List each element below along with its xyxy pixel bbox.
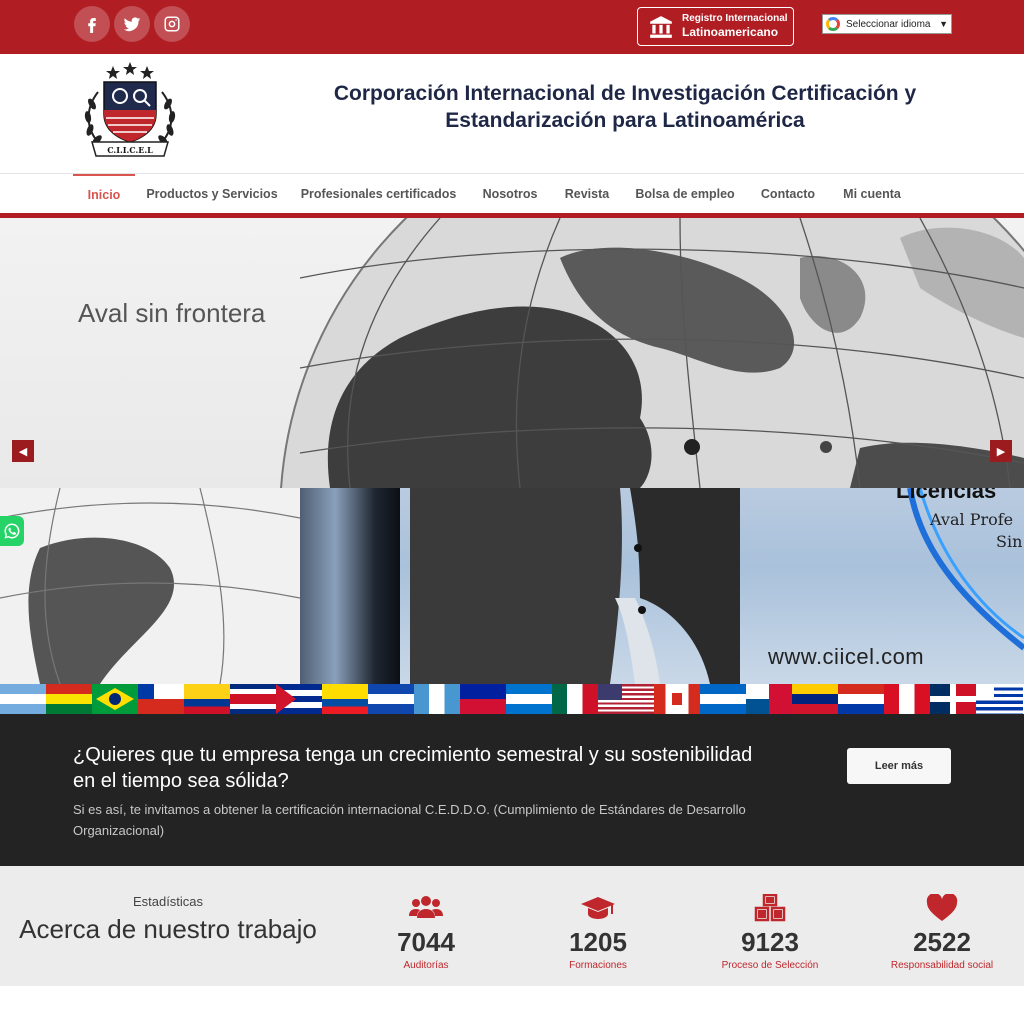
caret-left-icon: ◀ <box>18 444 28 458</box>
promo-title: ¿Quieres que tu empresa tenga un crecimi… <box>73 744 753 792</box>
promo-section: ¿Quieres que tu empresa tenga un crecimi… <box>0 714 1024 866</box>
nav-item-nosotros[interactable]: Nosotros <box>476 174 544 214</box>
flag-brasil <box>92 684 138 714</box>
twitter-icon <box>123 17 141 32</box>
google-icon <box>826 17 840 31</box>
stat-label: Proceso de Selección <box>721 960 819 971</box>
top-bar: Registro Internacional Latinoamericano S… <box>0 0 1024 54</box>
flag-haiti <box>460 684 506 714</box>
banner-heading-licencias: Licencias <box>896 488 997 503</box>
stat-value: 9123 <box>741 927 799 957</box>
globe-image <box>280 218 1024 488</box>
logo-text: C.I.I.C.E.L <box>107 145 153 155</box>
stat-label: Responsabilidad social <box>890 960 994 971</box>
slider-prev-button[interactable]: ◀ <box>12 440 34 462</box>
banner-heading-sin: Sin <box>996 532 1023 551</box>
stat-value: 2522 <box>913 927 971 957</box>
flag-chile <box>138 684 184 714</box>
stat-label: Formaciones <box>569 960 627 971</box>
flag-ecuador <box>322 684 368 714</box>
nav-item-revista[interactable]: Revista <box>557 174 617 214</box>
flag-cuba <box>276 684 322 714</box>
flag-peru <box>884 684 930 714</box>
stat-value: 7044 <box>397 927 455 957</box>
flag-venezuela <box>792 684 838 714</box>
stat-proceso-seleccion: 9123 Proceso de Selección <box>685 893 855 971</box>
registro-line2: Latinoamericano <box>682 25 779 40</box>
slider-next-button[interactable]: ▶ <box>990 440 1012 462</box>
stat-formaciones: 1205 Formaciones <box>513 894 683 971</box>
main-nav: Inicio Productos y Servicios Profesional… <box>0 174 1024 214</box>
stats-heading: Acerca de nuestro trabajo <box>19 914 317 944</box>
graduation-cap-icon <box>581 897 615 919</box>
promo-text: Si es así, te invitamos a obtener la cer… <box>73 802 746 838</box>
heart-icon <box>926 893 958 921</box>
stat-auditorias: 7044 Auditorías <box>341 894 511 971</box>
twitter-link[interactable] <box>114 6 150 42</box>
flag-usa <box>598 684 654 714</box>
flag-paraguay <box>838 684 884 714</box>
flag-el-salvador <box>368 684 414 714</box>
promo-banner-image: Licencias Aval Profe Sin www.ciicel.com <box>0 488 1024 684</box>
nav-item-inicio[interactable]: Inicio <box>73 174 135 214</box>
caret-right-icon: ▶ <box>996 444 1006 458</box>
stats-section: Estadísticas Acerca de nuestro trabajo 7… <box>0 866 1024 986</box>
page-title: Corporación Internacional de Investigaci… <box>300 80 950 134</box>
language-select-label: Seleccionar idioma <box>846 18 931 30</box>
chevron-down-icon: ▼ <box>939 19 948 29</box>
flag-panama <box>746 684 792 714</box>
cubes-icon <box>754 893 786 922</box>
slider-caption: Aval sin frontera <box>78 298 266 328</box>
instagram-icon <box>164 16 180 32</box>
stats-kicker: Estadísticas <box>132 894 204 909</box>
flag-nicaragua <box>700 684 746 714</box>
registro-line1: Registro Internacional <box>682 12 788 24</box>
flag-colombia <box>184 684 230 714</box>
stat-responsabilidad-social: 2522 Responsabilidad social <box>857 893 1024 971</box>
banner-heading-aval: Aval Profe <box>930 510 1014 529</box>
stat-value: 1205 <box>569 927 627 957</box>
bank-icon <box>650 15 672 38</box>
nav-item-productos[interactable]: Productos y Servicios <box>142 174 282 214</box>
flag-dominican-republic <box>930 684 976 714</box>
nav-item-bolsa[interactable]: Bolsa de empleo <box>630 174 740 214</box>
nav-item-mi-cuenta[interactable]: Mi cuenta <box>836 174 908 214</box>
nav-item-profesionales[interactable]: Profesionales certificados <box>296 174 461 214</box>
facebook-link[interactable] <box>74 6 110 42</box>
leer-mas-button[interactable]: Leer más <box>847 748 951 784</box>
users-icon <box>409 896 443 918</box>
instagram-link[interactable] <box>154 6 190 42</box>
banner-gradient-strip <box>300 488 400 684</box>
banner-globe-panel <box>0 488 301 684</box>
whatsapp-button[interactable] <box>0 516 24 546</box>
flag-bolivia <box>46 684 92 714</box>
flag-uruguay <box>976 684 1023 714</box>
facebook-icon <box>88 18 96 33</box>
flag-costa-rica <box>230 684 276 714</box>
flag-guatemala <box>414 684 460 714</box>
businessman-image <box>410 488 740 684</box>
hero-slider[interactable]: Aval sin frontera ◀ ▶ <box>0 218 1024 488</box>
registro-internacional-button[interactable]: Registro Internacional Latinoamericano <box>637 7 794 46</box>
flag-honduras <box>506 684 552 714</box>
banner-url: www.ciicel.com <box>768 644 925 669</box>
whatsapp-icon <box>4 523 20 539</box>
language-select[interactable]: Seleccionar idioma ▼ <box>822 14 952 34</box>
flag-mexico <box>552 684 598 714</box>
flag-canada <box>654 684 700 714</box>
page-title-line1: Corporación Internacional de Investigaci… <box>333 82 917 105</box>
page-title-line2: Estandarización para Latinoamérica <box>445 109 805 132</box>
country-flags-strip <box>0 684 1024 714</box>
ciicel-logo[interactable]: C.I.I.C.E.L <box>80 62 180 158</box>
flag-argentina <box>0 684 46 714</box>
stat-label: Auditorías <box>403 960 449 971</box>
nav-item-contacto[interactable]: Contacto <box>754 174 822 214</box>
